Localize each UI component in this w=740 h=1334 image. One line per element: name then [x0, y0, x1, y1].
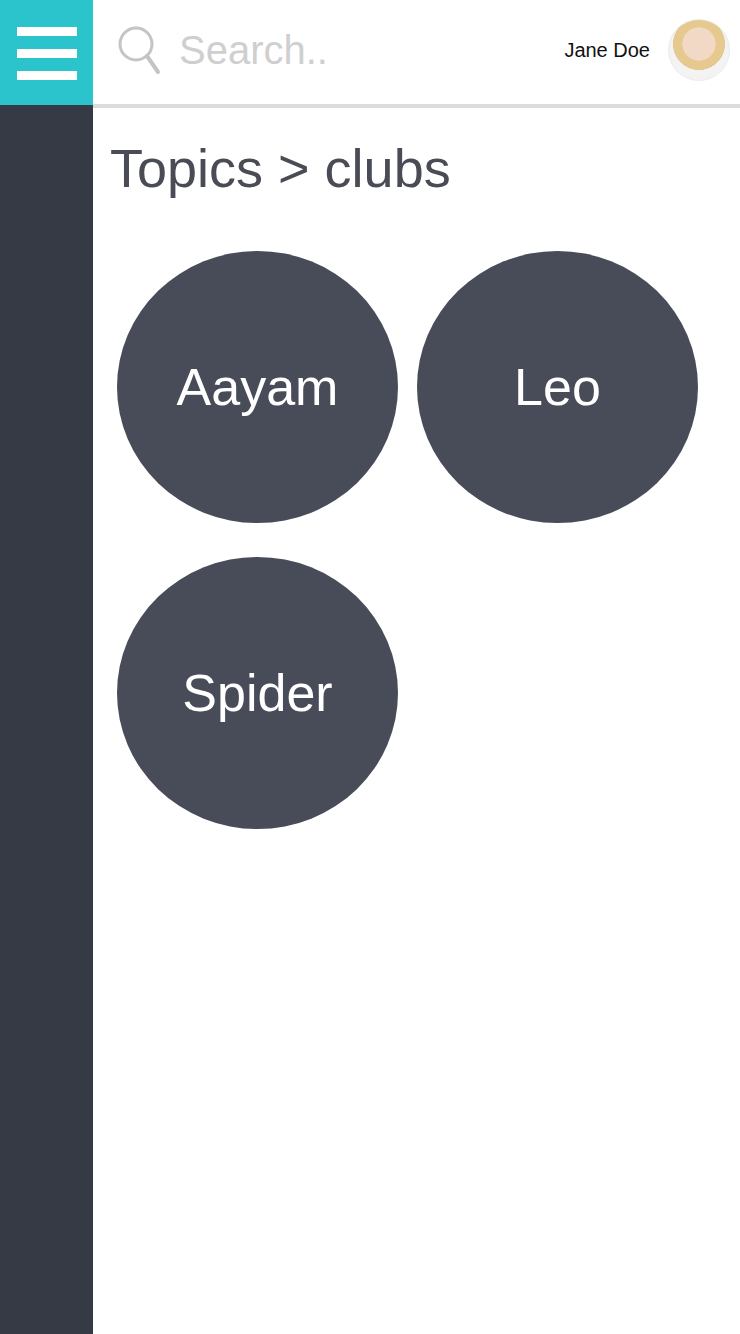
club-button[interactable]: Aayam: [117, 251, 398, 523]
search-input[interactable]: [179, 24, 546, 77]
content: Topics > clubs AayamLeoSpider: [93, 108, 740, 849]
user-name[interactable]: Jane Doe: [564, 39, 650, 62]
club-grid: AayamLeoSpider: [110, 251, 720, 829]
search-icon: [117, 25, 161, 75]
page: Jane Doe Topics > clubs AayamLeoSpider: [0, 0, 740, 1334]
main-column: Jane Doe Topics > clubs AayamLeoSpider: [93, 0, 740, 1334]
side-column: [0, 0, 93, 1334]
sidebar: [0, 105, 93, 1334]
user-avatar[interactable]: [668, 19, 730, 81]
breadcrumb: Topics > clubs: [110, 136, 720, 201]
header: Jane Doe: [93, 0, 740, 108]
menu-icon: [17, 25, 77, 81]
club-button[interactable]: Spider: [117, 557, 398, 829]
club-button[interactable]: Leo: [417, 251, 698, 523]
menu-button[interactable]: [0, 0, 93, 105]
